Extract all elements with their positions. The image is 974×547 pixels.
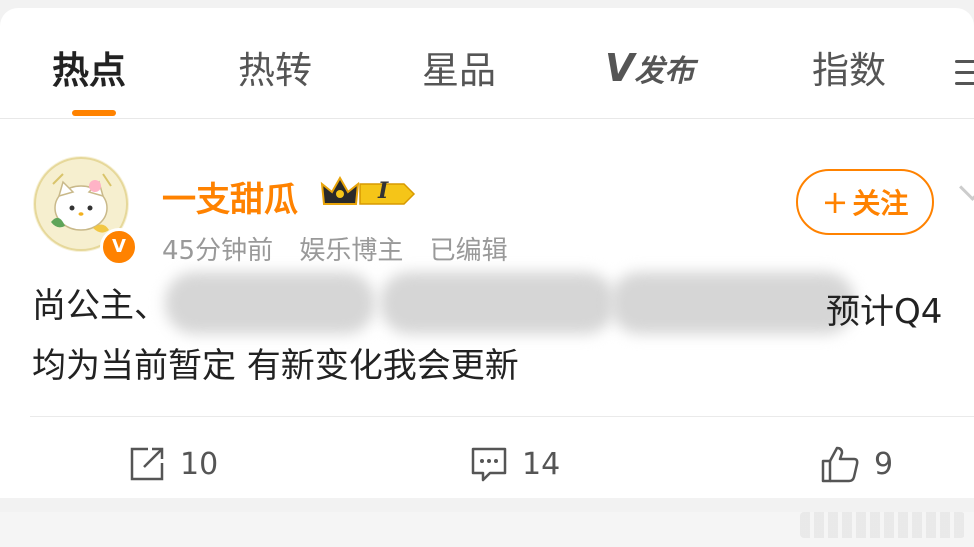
author-category: 娱乐博主	[299, 236, 404, 266]
watermark	[800, 512, 965, 538]
verified-badge-icon: V	[100, 228, 138, 266]
post-text-line1-end: 预计Q4	[826, 292, 943, 332]
post-text-line2: 均为当前暂定 有新变化我会更新	[32, 346, 519, 386]
comment-button[interactable]: 14	[470, 442, 560, 486]
menu-icon[interactable]	[955, 60, 974, 86]
v-logo-icon: V	[605, 46, 634, 90]
plus-icon: +	[821, 183, 849, 221]
post-time: 45分钟前	[162, 236, 274, 266]
tab-hot-repost[interactable]: 热转	[238, 40, 312, 94]
tab-index[interactable]: 指数	[812, 40, 886, 94]
divider	[30, 416, 974, 417]
post-meta: 45分钟前 娱乐博主 已编辑	[162, 230, 526, 267]
redacted-block	[165, 272, 375, 334]
username[interactable]: 一支甜瓜	[162, 172, 298, 221]
post-card: 热点 热转 星品 V 发布 指数 V 一支甜瓜 I 45分钟前 娱乐博主 已编辑…	[0, 8, 974, 498]
redacted-block	[380, 272, 615, 334]
tab-v-publish[interactable]: V 发布	[605, 46, 705, 90]
tab-hot[interactable]: 热点	[52, 40, 126, 94]
comment-icon	[471, 447, 507, 482]
thumbs-up-icon	[821, 446, 859, 483]
like-button[interactable]: 9	[820, 442, 893, 486]
crown-icon	[320, 175, 416, 205]
crown-badge[interactable]: I	[320, 174, 416, 214]
tab-v-publish-label: 发布	[634, 54, 695, 89]
follow-label: 关注	[852, 187, 909, 220]
badge-level: I	[378, 178, 389, 204]
comment-count: 14	[522, 446, 561, 482]
like-count: 9	[874, 446, 894, 482]
tab-star-products[interactable]: 星品	[422, 40, 496, 94]
post-text-line1-start: 尚公主、	[32, 286, 168, 326]
redacted-block	[610, 272, 855, 334]
tab-bar: 热点 热转 星品 V 发布 指数	[0, 8, 974, 119]
follow-button[interactable]: + 关注	[796, 169, 934, 235]
repost-button[interactable]: 10	[128, 442, 218, 486]
chevron-down-icon[interactable]	[959, 174, 974, 201]
repost-count: 10	[180, 446, 219, 482]
active-tab-indicator	[72, 110, 116, 116]
edited-flag[interactable]: 已编辑	[430, 236, 508, 266]
repost-icon	[130, 447, 164, 481]
